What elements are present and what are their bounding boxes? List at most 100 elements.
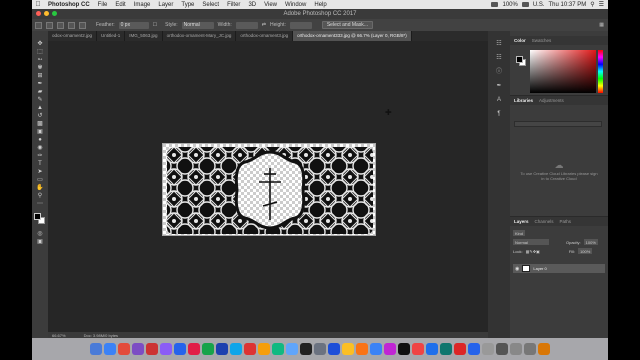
select-and-mask-button[interactable]: Select and Mask...	[321, 21, 373, 29]
clock[interactable]: Thu 10:37 PM	[549, 2, 587, 8]
marquee-tool-icon[interactable]: ⬚	[36, 49, 45, 55]
color-picker-field[interactable]	[530, 50, 596, 93]
dock-app-icon[interactable]	[118, 343, 130, 355]
dock-app-icon[interactable]	[160, 343, 172, 355]
add-selection-icon[interactable]	[57, 21, 64, 29]
search-icon[interactable]: ⚲	[590, 1, 594, 8]
zoom-window-button[interactable]	[52, 11, 57, 16]
menu-layer[interactable]: Layer	[154, 2, 177, 8]
height-input[interactable]	[289, 21, 312, 29]
dock-app-icon[interactable]	[174, 343, 186, 355]
subtract-selection-icon[interactable]	[68, 21, 75, 29]
dock-app-icon[interactable]	[482, 343, 494, 355]
new-selection-icon[interactable]	[46, 21, 53, 29]
dock-app-icon[interactable]	[328, 343, 340, 355]
dock-app-icon[interactable]	[440, 343, 452, 355]
dock-app-icon[interactable]	[132, 343, 144, 355]
style-select[interactable]: Normal	[181, 21, 214, 29]
dock-app-icon[interactable]	[202, 343, 214, 355]
workspace-icon[interactable]: ▦	[599, 22, 604, 28]
dock-app-icon[interactable]	[244, 343, 256, 355]
menu-image[interactable]: Image	[130, 2, 155, 8]
color-swatches[interactable]	[34, 213, 46, 225]
crop-tool-icon[interactable]: ⊞	[36, 73, 45, 79]
dock-app-icon[interactable]	[384, 343, 396, 355]
swap-icon[interactable]: ⇄	[262, 22, 266, 28]
brush-panel-icon[interactable]: ✒	[495, 83, 503, 90]
wifi-icon[interactable]	[491, 2, 499, 7]
filter-kind-select[interactable]: Kind	[513, 230, 526, 236]
dock-app-icon[interactable]	[370, 343, 382, 355]
menu-view[interactable]: View	[260, 2, 281, 8]
tab-document-active[interactable]: orthodox-ornament333.jpg @ 66.7% (Layer …	[293, 31, 412, 41]
opacity-input[interactable]: 100%	[583, 239, 598, 245]
dock-app-icon[interactable]	[90, 343, 102, 355]
dock-app-icon[interactable]	[286, 343, 298, 355]
apple-icon[interactable]: 	[32, 1, 44, 8]
dock-app-icon[interactable]	[398, 343, 410, 355]
library-search-input[interactable]	[514, 121, 602, 127]
menu-window[interactable]: Window	[281, 2, 310, 8]
eraser-tool-icon[interactable]: ▩	[36, 121, 45, 127]
tab-libraries[interactable]: Libraries	[514, 98, 533, 103]
dock-app-icon[interactable]	[412, 343, 424, 355]
tab-swatches[interactable]: Swatches	[532, 38, 552, 43]
layer-name[interactable]: Layer 0	[533, 266, 546, 271]
tab-paths[interactable]: Paths	[560, 219, 572, 224]
tab-color[interactable]: Color	[514, 38, 526, 43]
dock-app-icon[interactable]	[258, 343, 270, 355]
hue-slider[interactable]	[598, 50, 603, 93]
path-selection-tool-icon[interactable]: ➤	[36, 169, 45, 175]
paragraph-panel-icon[interactable]: ¶	[495, 111, 503, 118]
menu-select[interactable]: Select	[198, 2, 223, 8]
marquee-tool-preset-icon[interactable]	[35, 21, 42, 29]
pen-tool-icon[interactable]: ✑	[36, 153, 45, 159]
type-tool-icon[interactable]: T	[36, 161, 45, 167]
character-panel-icon[interactable]: A	[495, 97, 503, 104]
clone-stamp-tool-icon[interactable]: ▲	[36, 105, 45, 111]
dock-app-icon[interactable]	[216, 343, 228, 355]
layer-row[interactable]: ◉ Layer 0	[513, 264, 605, 273]
lock-icons[interactable]: ▦✎✥▣	[526, 249, 540, 254]
menu-list-icon[interactable]: ☰	[599, 1, 604, 8]
menu-3d[interactable]: 3D	[244, 2, 260, 8]
document-canvas[interactable]	[162, 143, 376, 236]
brush-tool-icon[interactable]: ✎	[36, 97, 45, 103]
dock-app-icon[interactable]	[426, 343, 438, 355]
quick-select-tool-icon[interactable]: ✾	[36, 65, 45, 71]
rectangle-tool-icon[interactable]: ▭	[36, 177, 45, 183]
dock-app-icon[interactable]	[146, 343, 158, 355]
dock-app-icon[interactable]	[524, 343, 536, 355]
fill-input[interactable]: 100%	[578, 248, 593, 254]
move-tool-icon[interactable]: ✥	[36, 41, 45, 47]
dock-app-icon[interactable]	[538, 343, 550, 355]
menu-filter[interactable]: Filter	[223, 2, 244, 8]
dock-app-icon[interactable]	[356, 343, 368, 355]
feather-input[interactable]: 0 px	[118, 21, 149, 29]
antialias-checkbox[interactable]: ☐	[153, 22, 157, 28]
dock-app-icon[interactable]	[230, 343, 242, 355]
menu-file[interactable]: File	[94, 2, 112, 8]
menu-edit[interactable]: Edit	[111, 2, 129, 8]
intersect-selection-icon[interactable]	[79, 21, 86, 29]
dock-app-icon[interactable]	[510, 343, 522, 355]
menu-photoshop[interactable]: Photoshop CC	[44, 2, 94, 8]
dock-app-icon[interactable]	[188, 343, 200, 355]
dock-app-icon[interactable]	[300, 343, 312, 355]
dock-app-icon[interactable]	[104, 343, 116, 355]
close-window-button[interactable]	[36, 11, 41, 16]
eyedropper-tool-icon[interactable]: ✒	[36, 81, 45, 87]
properties-panel-icon[interactable]: ☷	[495, 55, 503, 62]
dock-app-icon[interactable]	[454, 343, 466, 355]
width-input[interactable]	[235, 21, 258, 29]
dock-app-icon[interactable]	[342, 343, 354, 355]
quick-mask-icon[interactable]: ◎	[36, 231, 45, 237]
menu-type[interactable]: Type	[177, 2, 198, 8]
tab-layers[interactable]: Layers	[514, 219, 529, 224]
battery-icon[interactable]	[521, 2, 529, 7]
tab-document-3[interactable]: IMG_5063.jpg	[125, 31, 163, 41]
dodge-tool-icon[interactable]: ◉	[36, 145, 45, 151]
history-panel-icon[interactable]: ☷	[495, 41, 503, 48]
zoom-level[interactable]: 66.67%	[52, 333, 66, 338]
input-locale[interactable]: U.S.	[533, 2, 545, 8]
